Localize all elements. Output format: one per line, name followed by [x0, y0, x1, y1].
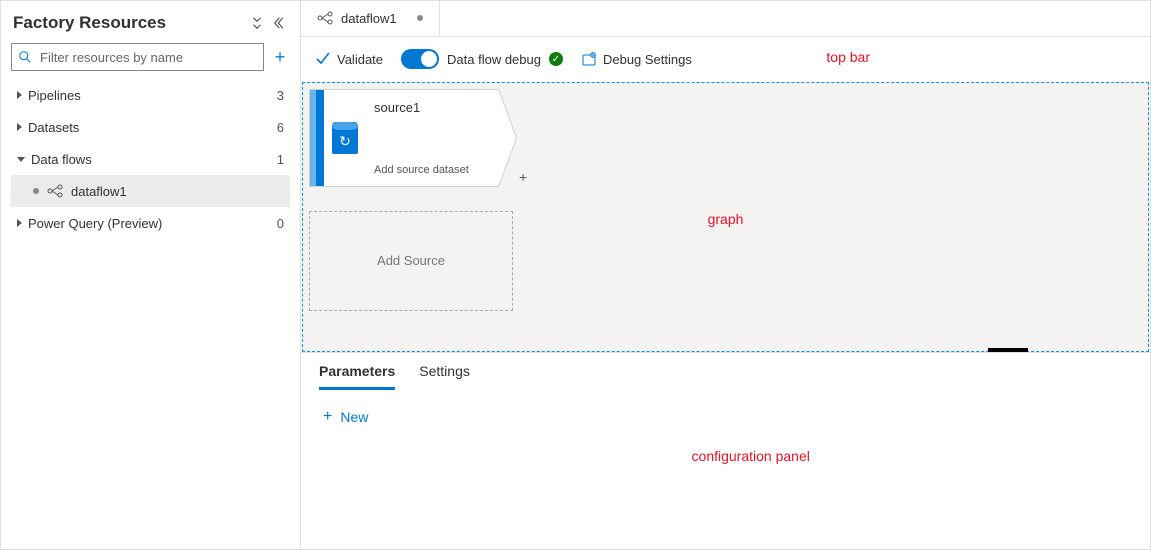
debug-settings-button[interactable]: Debug Settings	[581, 51, 692, 67]
annotation-topbar: top bar	[826, 49, 870, 65]
gear-icon	[581, 51, 597, 67]
new-parameter-button[interactable]: + New	[323, 408, 1128, 426]
sidebar: Factory Resources + Pipelines	[1, 1, 301, 549]
source-node[interactable]: source1 Add source dataset	[309, 89, 517, 187]
tree-label: Data flows	[31, 152, 92, 167]
add-step-button[interactable]: +	[519, 169, 527, 185]
filter-input[interactable]	[38, 49, 257, 66]
config-tab-parameters[interactable]: Parameters	[319, 363, 395, 390]
tree-count: 0	[277, 216, 284, 231]
dataflow-icon	[47, 183, 63, 199]
tabbar: dataflow1	[301, 1, 1150, 37]
unsaved-dot-icon	[417, 15, 423, 21]
caret-right-icon	[17, 123, 22, 131]
toolbar: Validate Data flow debug ✓ Debug Setting…	[301, 37, 1150, 82]
config-tabs: Parameters Settings	[301, 353, 1150, 390]
tree-label: Datasets	[28, 120, 79, 135]
source-subtitle: Add source dataset	[374, 164, 469, 176]
source-name: source1	[374, 100, 469, 115]
tree-section-pipelines[interactable]: Pipelines 3	[11, 79, 290, 111]
annotation-config: configuration panel	[692, 448, 810, 464]
caret-right-icon	[17, 219, 22, 227]
sidebar-header: Factory Resources	[11, 9, 290, 43]
debug-settings-label: Debug Settings	[603, 52, 692, 67]
tree-child-label: dataflow1	[71, 184, 127, 199]
debug-label: Data flow debug	[447, 52, 541, 67]
sidebar-title: Factory Resources	[13, 13, 166, 33]
dataflow-icon	[317, 10, 333, 26]
tree-label: Power Query (Preview)	[28, 216, 162, 231]
debug-toggle[interactable]	[401, 49, 439, 69]
config-panel: Parameters Settings + New configuration …	[301, 352, 1150, 549]
add-source-label: Add Source	[377, 253, 445, 268]
search-icon	[18, 50, 32, 64]
status-ok-icon: ✓	[549, 52, 563, 66]
tree-count: 6	[277, 120, 284, 135]
validate-label: Validate	[337, 52, 383, 67]
annotation-graph: graph	[708, 211, 744, 227]
plus-icon: +	[323, 408, 332, 426]
add-source-button[interactable]: Add Source	[309, 211, 513, 311]
config-tab-settings[interactable]: Settings	[419, 363, 470, 390]
node-output-arrow	[498, 89, 516, 187]
add-resource-button[interactable]: +	[270, 47, 290, 68]
unsaved-dot-icon	[33, 188, 39, 194]
new-button-label: New	[340, 409, 368, 425]
editor-tab-dataflow1[interactable]: dataflow1	[301, 1, 440, 36]
main: dataflow1 Validate Data flow debug ✓ De	[301, 1, 1150, 549]
tree-count: 3	[277, 88, 284, 103]
database-icon	[324, 90, 366, 186]
tree-section-dataflows[interactable]: Data flows 1	[11, 143, 290, 175]
resource-tree: Pipelines 3 Datasets 6 Data flows 1 data…	[11, 79, 290, 239]
node-handle[interactable]	[316, 90, 324, 186]
check-icon	[315, 51, 331, 67]
caret-right-icon	[17, 91, 22, 99]
tab-title: dataflow1	[341, 11, 397, 26]
collapse-panel-icon[interactable]	[274, 16, 288, 30]
tree-label: Pipelines	[28, 88, 81, 103]
tree-section-datasets[interactable]: Datasets 6	[11, 111, 290, 143]
filter-input-wrapper[interactable]	[11, 43, 264, 71]
tree-count: 1	[277, 152, 284, 167]
validate-button[interactable]: Validate	[315, 51, 383, 67]
tree-item-dataflow1[interactable]: dataflow1	[11, 175, 290, 207]
caret-down-icon	[17, 157, 25, 162]
expand-collapse-icon[interactable]	[250, 16, 264, 30]
graph-canvas[interactable]: source1 Add source dataset + Add Source …	[302, 82, 1149, 352]
tree-section-powerquery[interactable]: Power Query (Preview) 0	[11, 207, 290, 239]
